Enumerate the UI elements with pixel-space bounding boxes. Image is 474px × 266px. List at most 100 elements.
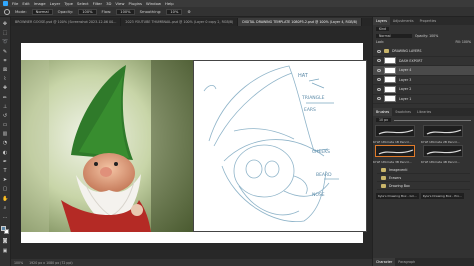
move-tool-icon[interactable]: ✥ [2,21,8,27]
visibility-eye-icon[interactable] [377,97,381,101]
foreground-color-swatch[interactable] [1,226,6,232]
menu-plugins[interactable]: Plugins [128,1,142,6]
menu-select[interactable]: Select [77,1,89,6]
brush-preset-drawing-box-pro[interactable]: Kyle's Drawing Box - Pro... [420,193,464,199]
layer-thumbnail [384,76,396,84]
quick-mask-icon[interactable]: ◙ [2,238,8,244]
eyedropper-tool-icon[interactable]: ⌇ [2,76,8,82]
menu-help[interactable]: Help [165,1,174,6]
layer-4[interactable]: Layer 4 [373,66,474,76]
layer-thumbnail [384,85,396,93]
pen-tool-icon[interactable]: ✒ [2,159,8,165]
opacity-field[interactable]: 100% [78,8,97,15]
status-bar: 100% 1920 px x 1080 px (72 ppi) [11,259,372,266]
settings-gear-icon[interactable]: ⚙ [187,9,190,14]
shape-tool-icon[interactable]: ▢ [2,186,8,192]
right-panel: Layers Adjustments Properties Kind Norma… [372,17,474,266]
brush-size-field[interactable]: 10 px [376,118,391,122]
layer-1[interactable]: Layer 1 [373,95,474,104]
brush-stroke-preview [423,145,463,157]
clone-stamp-tool-icon[interactable]: ⊥ [2,104,8,110]
menu-3d[interactable]: 3D [106,1,111,6]
brush-preset-3[interactable]: KYLE Ultimate 3B Pencil... [373,144,421,164]
layer-dash-export[interactable]: DASH EXPORT [373,57,474,66]
brush-preset-icon[interactable] [4,8,10,15]
screen-mode-icon[interactable]: ▣ [2,248,8,254]
brush-group-erasers[interactable]: Erasers [377,174,470,182]
dodge-tool-icon[interactable]: ◐ [2,150,8,156]
menu-view[interactable]: View [115,1,124,6]
visibility-eye-icon[interactable] [377,68,381,72]
brush-groups: Imagecenti Erasers Drawing Box [373,164,474,192]
tab-properties[interactable]: Properties [417,19,440,23]
brush-preset-drawing-box-gri[interactable]: Kyle's Drawing Box - Gri... [376,193,419,199]
layer-thumbnail [384,66,396,74]
brush-preset-4[interactable]: KYLE Ultimate 4B Pencil... [421,144,469,164]
healing-brush-tool-icon[interactable]: ✚ [2,85,8,91]
lock-row: Lock: Fill: 100% [373,39,474,45]
visibility-eye-icon[interactable] [377,87,381,91]
visibility-eye-icon[interactable] [377,49,381,53]
tab-character[interactable]: Character [373,258,396,266]
brush-preset-1[interactable]: KYLE Ultimate 1B Pencil... [373,124,421,144]
zoom-level[interactable]: 100% [14,261,23,265]
menu-file[interactable]: File [12,1,18,6]
visibility-eye-icon[interactable] [377,59,381,63]
color-swatches[interactable] [1,226,9,235]
menu-type[interactable]: Type [64,1,73,6]
brush-size-row: 10 px [373,116,474,124]
brush-presets-row: KYLE Ultimate 1B Pencil... KYLE Ultimate… [373,124,474,144]
visibility-eye-icon[interactable] [377,78,381,82]
brush-group-imagecenti[interactable]: Imagecenti [377,166,470,174]
menu-window[interactable]: Window [146,1,161,6]
layer-fill[interactable]: Fill: 100% [456,40,471,44]
type-tool-icon[interactable]: T [2,168,8,174]
drawing-box-presets: Kyle's Drawing Box - Gri... Kyle's Drawi… [373,192,474,200]
marquee-tool-icon[interactable]: ⬚ [2,30,8,36]
tab-browner-goose[interactable]: BROWNER GOOSE.psd @ 100% (Screenshot 202… [11,18,122,26]
gradient-tool-icon[interactable]: ▥ [2,131,8,137]
path-selection-tool-icon[interactable]: ➤ [2,177,8,183]
quick-select-tool-icon[interactable]: ✎ [2,49,8,55]
layer-3[interactable]: Layer 3 [373,76,474,85]
blend-mode-select[interactable]: Normal [376,34,412,38]
brush-group-drawing-box[interactable]: Drawing Box [377,182,470,190]
tab-libraries[interactable]: Libraries [414,110,434,114]
layer-2[interactable]: Layer 2 [373,85,474,95]
flow-field[interactable]: 100% [116,8,135,15]
tab-youtube-thumbnail[interactable]: 2023 YOUTUBE THUMBNAIL.psd @ 100% (Layer… [121,18,239,26]
tab-paragraph[interactable]: Paragraph [395,260,418,264]
zoom-tool-icon[interactable]: ⌕ [2,205,8,211]
hand-tool-icon[interactable]: ✋ [2,196,8,202]
layers-list: DRAWING LAYERS DASH EXPORT Layer 4 Layer… [373,47,474,104]
crop-tool-icon[interactable]: ⌗ [2,58,8,64]
brush-preset-2[interactable]: KYLE Ultimate 2B Pencil... [421,124,469,144]
menu-image[interactable]: Image [34,1,46,6]
menu-layer[interactable]: Layer [50,1,61,6]
more-tools-icon[interactable]: … [2,214,8,220]
tab-layers[interactable]: Layers [373,17,390,25]
layer-kind-filter[interactable]: Kind [376,27,390,31]
menu-filter[interactable]: Filter [93,1,102,6]
folder-icon [381,175,386,180]
gnome-sketch-drawing[interactable]: HAT TRIANGLE EARS CHEEKS BEARD NOSE [194,61,366,231]
frame-tool-icon[interactable]: ⊠ [2,67,8,73]
brushes-panel-tabs: Brushes Swatches Libraries [373,108,474,116]
mode-select[interactable]: Normal [31,8,53,15]
blur-tool-icon[interactable]: ◔ [2,140,8,146]
folder-icon [381,183,386,188]
history-brush-tool-icon[interactable]: ↺ [2,113,8,119]
smoothing-field[interactable]: 10% [166,8,183,15]
eraser-tool-icon[interactable]: ▭ [2,122,8,128]
brush-tool-icon[interactable]: ✏ [2,95,8,101]
layer-group-drawing-layers[interactable]: DRAWING LAYERS [373,47,474,57]
photoshop-logo-icon[interactable] [3,1,8,6]
tab-swatches[interactable]: Swatches [392,110,414,114]
tab-digital-drawing-template[interactable]: DIGITAL DRAWING TEMPLATE 1080P5-2.psd @ … [238,18,363,26]
menu-edit[interactable]: Edit [22,1,29,6]
layer-opacity[interactable]: Opacity: 100% [415,34,438,38]
lasso-tool-icon[interactable]: ➰ [2,39,8,45]
brush-size-slider[interactable] [393,119,471,121]
tab-adjustments[interactable]: Adjustments [390,19,417,23]
tab-brushes[interactable]: Brushes [373,108,393,116]
